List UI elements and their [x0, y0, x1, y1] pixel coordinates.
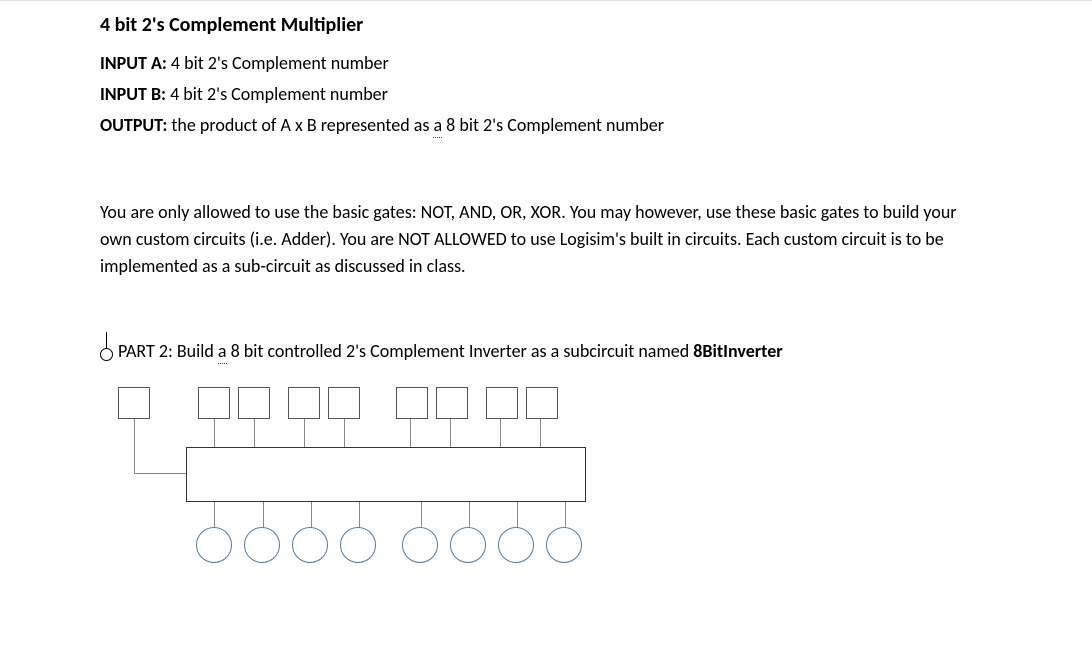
wire	[359, 502, 360, 528]
output-pin	[292, 527, 328, 563]
wire	[500, 419, 501, 447]
output-label: OUTPUT:	[100, 114, 167, 136]
input-a-text: 4 bit 2's Complement number	[167, 52, 389, 74]
input-pin	[526, 387, 558, 419]
output-line: OUTPUT: the product of A x B represented…	[100, 113, 992, 138]
wire	[565, 502, 566, 528]
wire	[304, 419, 305, 447]
input-b-text: 4 bit 2's Complement number	[166, 83, 388, 105]
input-a-label: INPUT A:	[100, 52, 167, 74]
cursor-marker	[100, 332, 113, 361]
wire	[254, 419, 255, 447]
wire	[469, 502, 470, 528]
input-pin	[486, 387, 518, 419]
wire	[540, 419, 541, 447]
wire	[450, 419, 451, 447]
output-pin	[402, 527, 438, 563]
part2-heading: PART 2: Build a 8 bit controlled 2's Com…	[100, 340, 992, 362]
wire	[421, 502, 422, 528]
output-pin	[244, 527, 280, 563]
circuit-diagram	[118, 387, 718, 607]
input-pin	[436, 387, 468, 419]
part2-text-before: : Build	[168, 340, 218, 362]
part2-label: PART 2	[118, 340, 168, 362]
output-pin	[450, 527, 486, 563]
input-pins-row	[118, 387, 558, 419]
output-pin	[498, 527, 534, 563]
wire	[517, 502, 518, 528]
output-pin	[340, 527, 376, 563]
input-pin	[288, 387, 320, 419]
part2-circuit-name: 8BitInverter	[693, 340, 782, 362]
rules-paragraph: You are only allowed to use the basic ga…	[100, 199, 992, 280]
wire	[214, 419, 215, 447]
input-pin	[118, 387, 150, 419]
wire	[214, 502, 215, 528]
part2-text-after: 8 bit controlled 2's Complement Inverter…	[227, 340, 694, 362]
output-text-after: 8 bit 2's Complement number	[442, 114, 664, 136]
wire	[344, 419, 345, 447]
input-pin	[328, 387, 360, 419]
input-b-line: INPUT B: 4 bit 2's Complement number	[100, 82, 992, 107]
output-pin	[546, 527, 582, 563]
input-a-line: INPUT A: 4 bit 2's Complement number	[100, 51, 992, 76]
part2-a: a	[218, 340, 227, 364]
wire	[311, 502, 312, 528]
subcircuit-body	[186, 447, 586, 502]
input-pin	[396, 387, 428, 419]
output-a: a	[433, 114, 442, 138]
wire	[410, 419, 411, 447]
input-pin	[238, 387, 270, 419]
output-text-before: the product of A x B represented as	[167, 114, 433, 136]
input-pin	[198, 387, 230, 419]
input-b-label: INPUT B:	[100, 83, 166, 105]
output-pin	[196, 527, 232, 563]
wire	[263, 502, 264, 528]
wire-elbow	[134, 419, 186, 474]
page-title: 4 bit 2's Complement Multiplier	[100, 13, 992, 37]
output-pins-row	[196, 527, 582, 563]
